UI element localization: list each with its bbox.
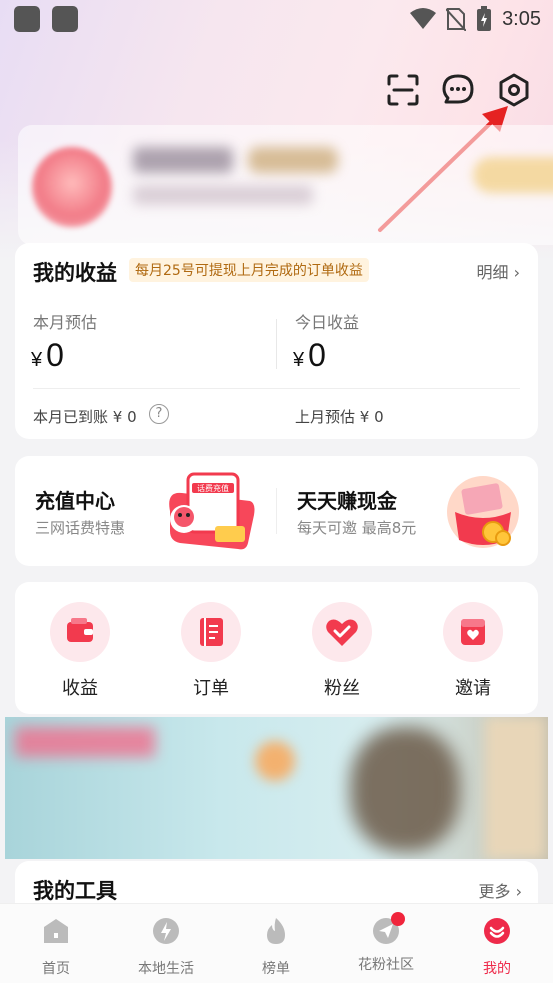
tab-label: 花粉社区 (358, 957, 414, 973)
notification-icon (14, 6, 40, 32)
month-estimate-label: 本月预估 (33, 313, 98, 332)
tools-more-link[interactable]: 更多 › (478, 878, 522, 902)
chevron-right-icon: › (515, 882, 522, 901)
today-earnings-amount: 0 (308, 337, 326, 373)
shortcut-fans[interactable]: 粉丝 (307, 602, 377, 700)
bottom-tab-bar: 首页 本地生活 榜单 花粉社区 我的 (0, 903, 553, 983)
username-blurred (133, 147, 233, 173)
clock: 3:05 (502, 7, 541, 30)
order-icon (181, 602, 241, 662)
invite-icon (443, 602, 503, 662)
banner-blur-block (350, 727, 460, 852)
tools-title: 我的工具 (33, 879, 117, 903)
daily-cash-subtitle: 每天可邀 最高8元 (297, 519, 417, 537)
earnings-tip: 每月25号可提现上月完成的订单收益 (129, 258, 369, 282)
banner-blur-block (485, 717, 545, 859)
earnings-title: 我的收益 (33, 261, 117, 285)
earnings-card: 我的收益 每月25号可提现上月完成的订单收益 明细 › 本月预估 ¥0 今日收益… (15, 243, 538, 439)
divider (276, 488, 277, 534)
more-label: 更多 (478, 882, 511, 901)
phone-recharge-icon: 话费充值 (169, 472, 255, 550)
user-info-blurred (133, 185, 313, 205)
tab-rankings[interactable]: 榜单 (226, 916, 326, 978)
promo-card: 充值中心 三网话费特惠 话费充值 天天赚现金 每天可邀 最高8元 (15, 456, 538, 566)
tab-label: 本地生活 (138, 961, 194, 977)
daily-cash-title: 天天赚现金 (297, 489, 397, 513)
shortcut-label: 粉丝 (324, 678, 360, 699)
notification-icon (52, 6, 78, 32)
wallet-icon (50, 602, 110, 662)
battery-icon (477, 6, 492, 31)
month-received: 本月已到账 ¥ 0 (33, 408, 137, 426)
tab-label: 首页 (42, 961, 70, 977)
banner-blur-block (255, 741, 295, 781)
tab-local-life[interactable]: 本地生活 (116, 916, 216, 978)
recharge-subtitle: 三网话费特惠 (35, 519, 126, 537)
help-icon[interactable]: ? (149, 404, 169, 424)
message-icon[interactable] (440, 72, 476, 108)
shortcut-earnings[interactable]: 收益 (45, 602, 115, 700)
shortcut-label: 订单 (193, 678, 229, 699)
recharge-title: 充值中心 (35, 489, 115, 513)
detail-label: 明细 (476, 263, 509, 282)
chevron-right-icon: › (513, 263, 520, 282)
lightning-icon (153, 918, 179, 944)
notification-dot (391, 912, 405, 926)
member-banner-blurred[interactable] (473, 157, 553, 193)
tab-label: 榜单 (262, 961, 290, 977)
divider (276, 319, 277, 369)
no-sim-icon (446, 8, 467, 31)
tab-home[interactable]: 首页 (6, 916, 106, 978)
settings-icon[interactable] (496, 72, 532, 108)
today-earnings-value: ¥0 (293, 337, 326, 374)
shortcuts-card: 收益 订单 粉丝 邀请 (15, 582, 538, 714)
earnings-detail-link[interactable]: 明细 › (476, 259, 520, 283)
red-envelope-icon (447, 476, 519, 548)
avatar[interactable] (32, 147, 112, 227)
month-estimate-value: ¥0 (31, 337, 64, 374)
status-bar: 3:05 (0, 0, 553, 40)
svg-text:话费充值: 话费充值 (197, 483, 229, 493)
divider (33, 388, 520, 389)
tab-mine[interactable]: 我的 (447, 916, 547, 978)
shortcut-invite[interactable]: 邀请 (438, 602, 508, 700)
currency-symbol: ¥ (31, 349, 43, 371)
currency-symbol: ¥ (293, 349, 305, 371)
heart-icon (312, 602, 372, 662)
flame-icon (267, 918, 285, 944)
promo-banner[interactable] (5, 717, 548, 859)
wifi-icon (410, 8, 437, 29)
shortcut-label: 收益 (62, 678, 98, 699)
tab-label: 我的 (483, 961, 511, 977)
profile-card[interactable] (18, 125, 553, 245)
scan-icon[interactable] (385, 72, 421, 108)
tab-community[interactable]: 花粉社区 (336, 912, 436, 974)
today-earnings-label: 今日收益 (295, 313, 360, 332)
last-month-estimate: 上月预估 ¥ 0 (295, 408, 384, 426)
banner-blur-block (15, 727, 155, 757)
shortcut-orders[interactable]: 订单 (176, 602, 246, 700)
profile-icon (484, 918, 510, 944)
month-estimate-amount: 0 (46, 337, 64, 373)
level-badge-blurred (248, 147, 338, 173)
home-icon (44, 919, 68, 943)
shortcut-label: 邀请 (455, 678, 491, 699)
